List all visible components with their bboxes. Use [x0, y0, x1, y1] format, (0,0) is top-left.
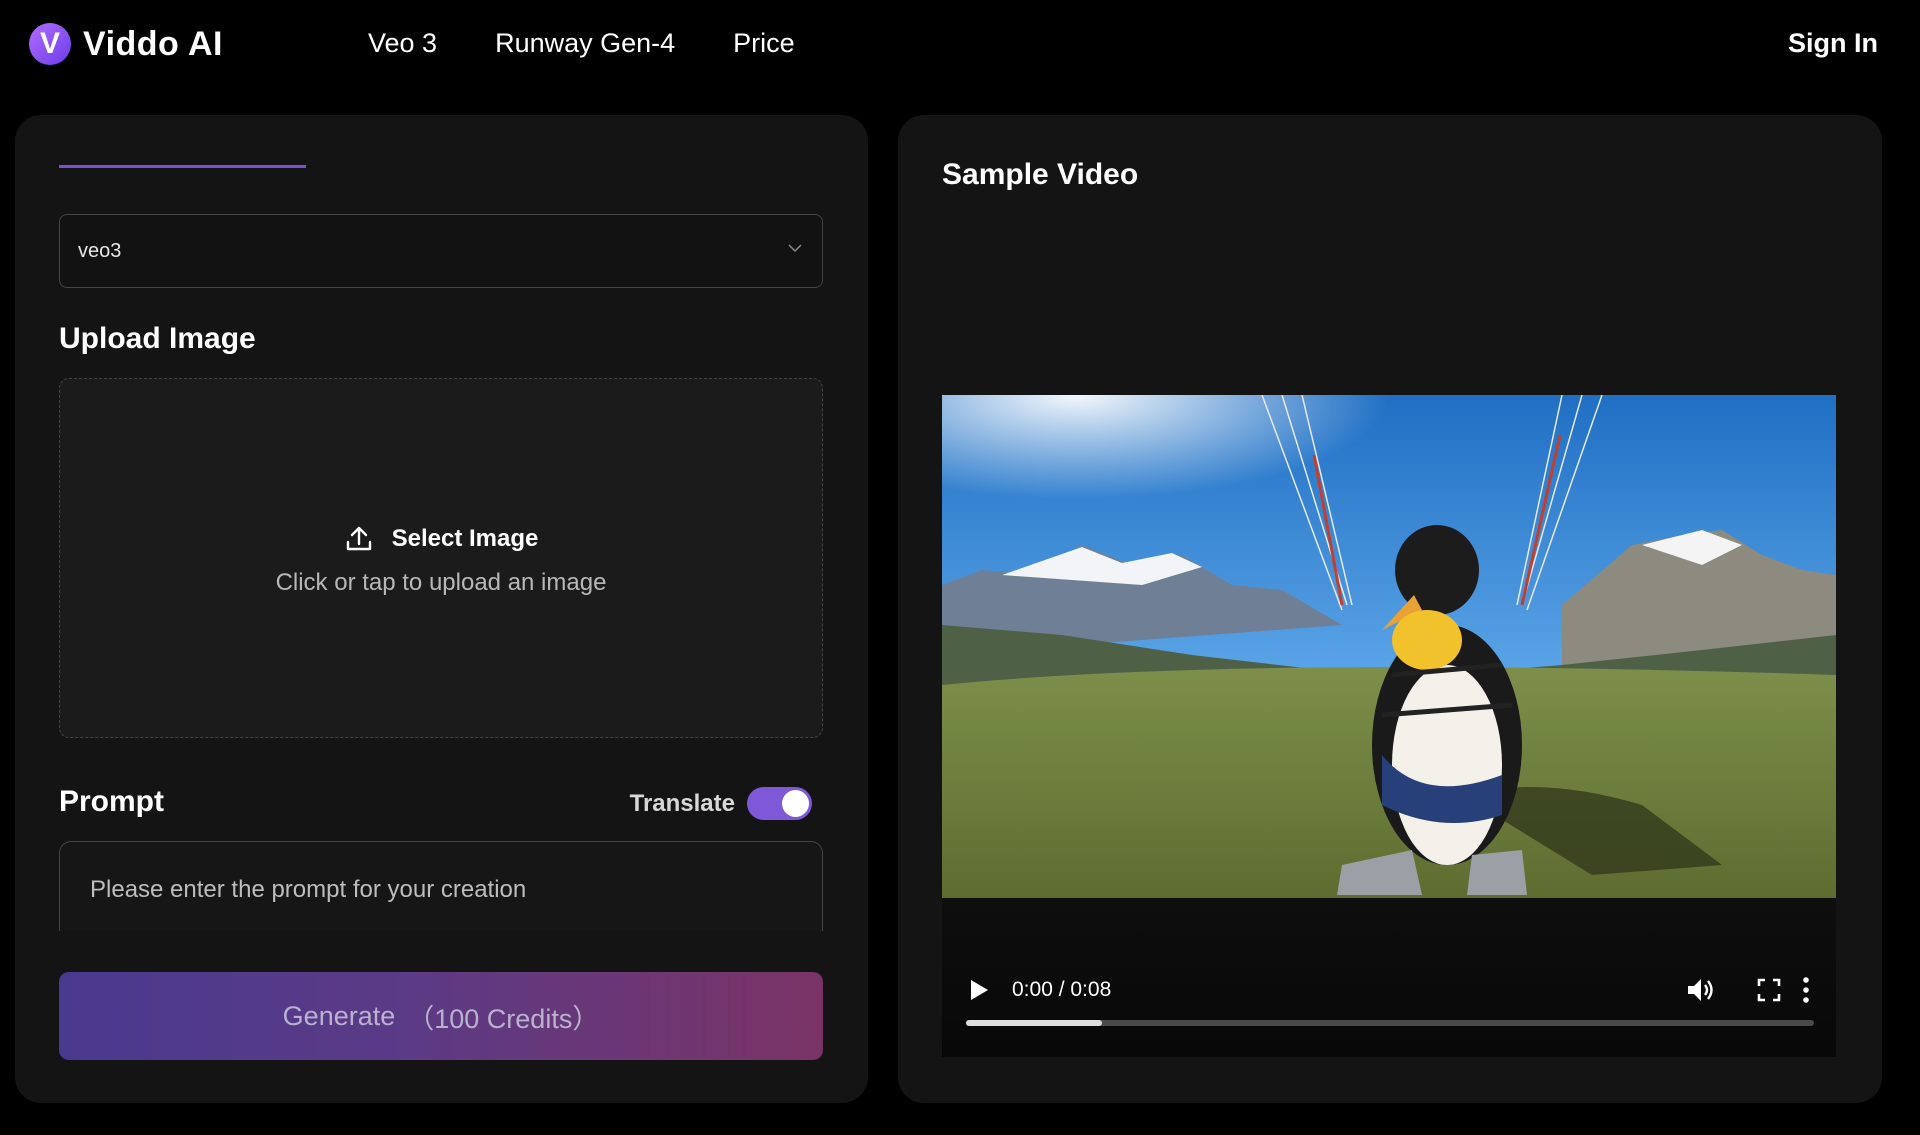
header: V Viddo AI Veo 3 Runway Gen-4 Price Sign…	[0, 0, 1920, 96]
video-time: 0:00 / 0:08	[1012, 978, 1112, 1001]
image-upload-dropzone[interactable]: Select Image Click or tap to upload an i…	[59, 378, 823, 738]
translate-label: Translate	[629, 789, 735, 817]
play-icon[interactable]	[969, 979, 989, 1001]
translate-control: Translate	[630, 787, 812, 820]
sample-video-player[interactable]: 0:00 / 0:08	[942, 395, 1836, 1057]
video-progress-bar[interactable]	[966, 1020, 1814, 1026]
select-image-label: Select Image	[391, 525, 539, 552]
fullscreen-icon[interactable]	[1757, 978, 1781, 1002]
nav-item-price[interactable]: Price	[733, 28, 795, 59]
generate-button[interactable]: Generate （100 Credits）	[59, 972, 823, 1060]
sample-panel: Sample Video 0:00 / 0:08	[898, 115, 1882, 1103]
brand-logo[interactable]: V Viddo AI	[29, 23, 223, 65]
nav-item-veo3[interactable]: Veo 3	[368, 28, 437, 59]
generate-credits: （100 Credits）	[407, 1003, 600, 1034]
upload-icon	[346, 526, 371, 551]
model-select[interactable]: veo3	[59, 214, 823, 288]
upload-hint: Click or tap to upload an image	[275, 569, 607, 596]
active-tab-indicator	[59, 165, 306, 168]
video-progress-fill	[966, 1020, 1102, 1026]
logo-badge-icon: V	[29, 23, 71, 65]
sign-in-link[interactable]: Sign In	[1788, 28, 1878, 59]
model-select-value: veo3	[78, 239, 122, 262]
sample-video-title: Sample Video	[942, 158, 1139, 191]
prompt-heading: Prompt	[59, 785, 164, 818]
select-image-button[interactable]: Select Image	[60, 524, 822, 554]
generate-label: Generate	[282, 1000, 396, 1031]
prompt-box	[59, 841, 823, 931]
more-vertical-icon[interactable]	[1800, 976, 1812, 1004]
prompt-input[interactable]	[90, 876, 792, 904]
video-controls: 0:00 / 0:08	[942, 898, 1836, 1057]
upload-heading: Upload Image	[59, 322, 256, 355]
chevron-down-icon	[788, 244, 802, 253]
translate-toggle[interactable]	[747, 787, 812, 820]
video-frame-penguin-paraglider	[942, 395, 1836, 898]
volume-icon[interactable]	[1686, 976, 1716, 1004]
nav-item-runway[interactable]: Runway Gen-4	[495, 28, 675, 59]
creation-panel: veo3 Upload Image Select Image Click or …	[15, 115, 868, 1103]
main-nav: Veo 3 Runway Gen-4 Price	[368, 28, 853, 59]
brand-name: Viddo AI	[83, 24, 223, 63]
toggle-knob	[782, 790, 809, 817]
